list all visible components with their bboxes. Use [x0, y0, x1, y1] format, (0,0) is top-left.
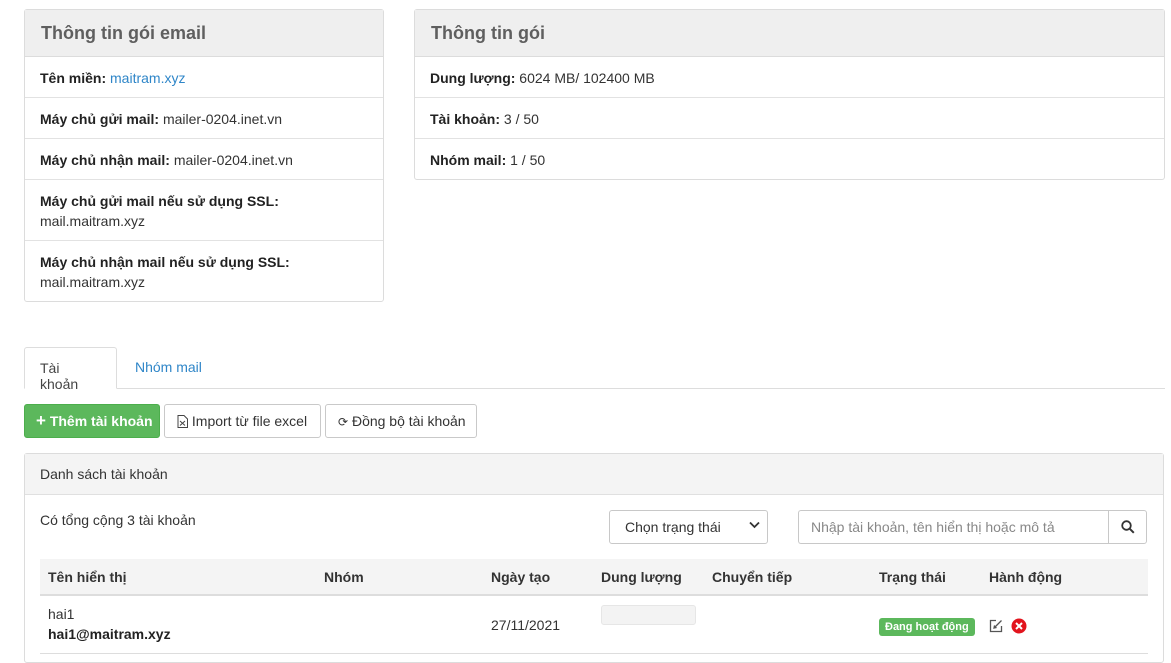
excel-file-icon	[177, 415, 188, 431]
smtp-ssl-label: Máy chủ gửi mail nếu sử dụng SSL:	[40, 193, 279, 209]
imap-label: Máy chủ nhận mail:	[40, 152, 170, 168]
groups-value: 1 / 50	[510, 152, 546, 168]
package-info-panel: Thông tin gói Dung lượng: 6024 MB/ 10240…	[414, 9, 1165, 180]
imap-row: Máy chủ nhận mail: mailer-0204.inet.vn	[25, 139, 383, 180]
search-icon	[1121, 520, 1135, 537]
total-accounts-text: Có tổng cộng 3 tài khoản	[40, 512, 196, 528]
chevron-down-icon	[749, 520, 760, 532]
smtp-ssl-value: mail.maitram.xyz	[40, 213, 146, 229]
col-status[interactable]: Trạng thái	[879, 569, 946, 585]
sync-accounts-label: Đồng bộ tài khoản	[351, 413, 466, 429]
imap-ssl-row: Máy chủ nhận mail nếu sử dụng SSL: mail.…	[25, 241, 383, 301]
col-usage[interactable]: Dung lượng	[601, 569, 682, 585]
storage-value: 6024 MB/ 102400 MB	[519, 70, 655, 86]
tab-bar: Tài khoản Nhóm mail	[24, 347, 1165, 392]
smtp-ssl-row: Máy chủ gửi mail nếu sử dụng SSL: mail.m…	[25, 180, 383, 241]
smtp-value: mailer-0204.inet.vn	[162, 111, 283, 127]
add-account-label: Thêm tài khoản	[49, 413, 153, 429]
imap-value: mailer-0204.inet.vn	[173, 152, 293, 168]
smtp-label: Máy chủ gửi mail:	[40, 111, 160, 127]
delete-icon[interactable]	[1011, 618, 1027, 637]
groups-row: Nhóm mail: 1 / 50	[415, 139, 1164, 179]
row-display-name: hai1	[48, 606, 75, 622]
status-filter-value: Chọn trạng thái	[625, 519, 721, 535]
import-excel-label: Import từ file excel	[191, 413, 308, 429]
col-actions: Hành động	[989, 569, 1063, 585]
accounts-row: Tài khoản: 3 / 50	[415, 98, 1164, 139]
domain-link[interactable]: maitram.xyz	[110, 70, 185, 86]
col-forward[interactable]: Chuyển tiếp	[712, 569, 792, 585]
status-filter-select[interactable]: Chọn trạng thái	[609, 510, 768, 544]
col-created[interactable]: Ngày tạo	[491, 569, 550, 585]
tab-mail-groups[interactable]: Nhóm mail	[120, 347, 217, 389]
search-button[interactable]	[1108, 510, 1147, 544]
groups-label: Nhóm mail:	[430, 152, 507, 168]
accounts-value: 3 / 50	[503, 111, 539, 127]
storage-label: Dung lượng:	[430, 70, 516, 86]
add-account-button[interactable]: + Thêm tài khoản	[24, 404, 160, 438]
sync-icon: ⟳	[338, 415, 349, 429]
sync-accounts-button[interactable]: ⟳ Đồng bộ tài khoản	[325, 404, 477, 438]
account-search-input[interactable]	[798, 510, 1109, 544]
col-display-name[interactable]: Tên hiển thị	[48, 569, 127, 585]
package-info-title: Thông tin gói	[415, 10, 1164, 57]
smtp-row: Máy chủ gửi mail: mailer-0204.inet.vn	[25, 98, 383, 139]
accounts-label: Tài khoản:	[430, 111, 501, 127]
row-created: 27/11/2021	[491, 617, 561, 633]
domain-label: Tên miền:	[40, 70, 107, 86]
row-email: hai1@maitram.xyz	[48, 626, 171, 642]
account-list-title: Danh sách tài khoản	[25, 454, 1163, 495]
domain-row: Tên miền: maitram.xyz	[25, 57, 383, 98]
email-package-title: Thông tin gói email	[25, 10, 383, 57]
plus-icon: +	[36, 411, 46, 430]
tab-accounts[interactable]: Tài khoản	[24, 347, 117, 392]
col-group[interactable]: Nhóm	[324, 569, 364, 585]
edit-icon[interactable]	[989, 619, 1003, 636]
imap-ssl-value: mail.maitram.xyz	[40, 274, 146, 290]
imap-ssl-label: Máy chủ nhận mail nếu sử dụng SSL:	[40, 254, 290, 270]
import-excel-button[interactable]: Import từ file excel	[164, 404, 321, 438]
email-package-panel: Thông tin gói email Tên miền: maitram.xy…	[24, 9, 384, 302]
status-badge: Đang hoạt động	[879, 618, 975, 636]
table-header: Tên hiển thị Nhóm Ngày tạo Dung lượng Ch…	[40, 559, 1148, 596]
usage-progress-bar	[601, 605, 696, 625]
storage-row: Dung lượng: 6024 MB/ 102400 MB	[415, 57, 1164, 98]
